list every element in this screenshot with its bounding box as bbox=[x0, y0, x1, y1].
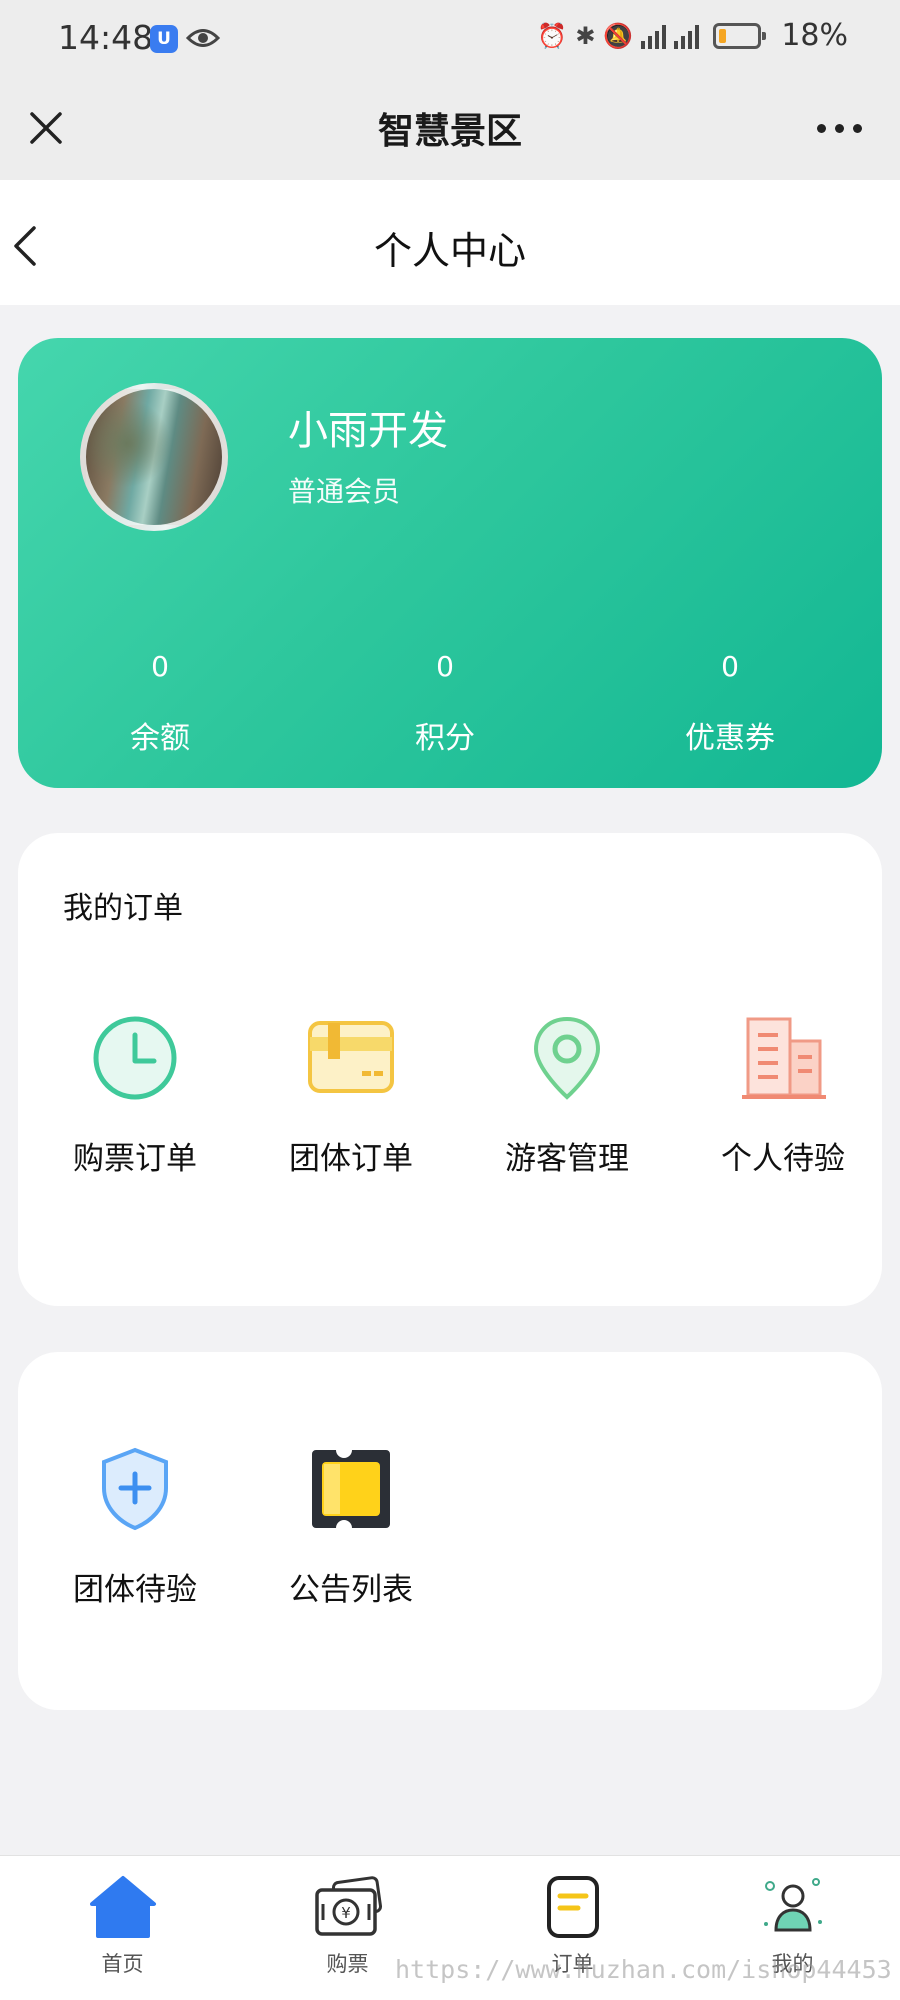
svg-text:¥: ¥ bbox=[341, 1904, 351, 1922]
bluetooth-icon: ✱ bbox=[575, 21, 596, 50]
status-time: 14:48 bbox=[58, 18, 154, 57]
signal-icon bbox=[641, 23, 667, 49]
location-pin-icon bbox=[533, 1016, 601, 1100]
card-icon bbox=[308, 1021, 394, 1093]
grid-item-ticket-orders[interactable]: 购票订单 bbox=[27, 1013, 243, 1178]
grid-item-label: 个人待验 bbox=[721, 1141, 845, 1177]
shield-plus-icon bbox=[102, 1447, 168, 1531]
stat-label: 积分 bbox=[415, 721, 475, 756]
more-dot-icon bbox=[853, 124, 862, 133]
stat-label: 优惠券 bbox=[685, 721, 775, 756]
more-menu-button[interactable] bbox=[817, 124, 862, 133]
stat-balance[interactable]: 0 余额 bbox=[60, 650, 260, 757]
grid-item-label: 购票订单 bbox=[73, 1141, 197, 1177]
mute-icon: 🔕 bbox=[603, 21, 634, 50]
grid-item-personal-pending[interactable]: 个人待验 bbox=[675, 1013, 891, 1178]
grid-item-group-pending[interactable]: 团体待验 bbox=[27, 1444, 243, 1609]
grid-item-announcements[interactable]: 公告列表 bbox=[243, 1444, 459, 1609]
status-indicators: ⏰ ✱ 🔕 18% bbox=[537, 18, 848, 53]
tab-label: 首页 bbox=[101, 1952, 144, 1976]
battery-percent: 18% bbox=[781, 18, 848, 53]
stat-value: 0 bbox=[151, 650, 169, 683]
watermark: https://www.huzhan.com/ishop44453 bbox=[395, 1955, 892, 1984]
more-dot-icon bbox=[835, 124, 844, 133]
app-notification-icon: U bbox=[150, 25, 178, 53]
more-dot-icon bbox=[817, 124, 826, 133]
page-title: 个人中心 bbox=[373, 229, 526, 273]
grid-item-visitor-management[interactable]: 游客管理 bbox=[459, 1013, 675, 1178]
member-level: 普通会员 bbox=[288, 475, 401, 508]
tools-card: 团体待验 公告列表 bbox=[18, 1352, 882, 1710]
order-icon bbox=[546, 1876, 599, 1938]
orders-card: 我的订单 购票订单 团体订单 游客管理 个人待验 bbox=[18, 833, 882, 1306]
stat-coupons[interactable]: 0 优惠券 bbox=[630, 650, 830, 757]
grid-item-label: 团体待验 bbox=[73, 1572, 197, 1608]
battery-icon bbox=[713, 22, 767, 49]
page-nav-bar: 个人中心 bbox=[0, 180, 900, 305]
stat-label: 余额 bbox=[130, 721, 190, 756]
avatar[interactable] bbox=[80, 383, 228, 531]
grid-item-label: 游客管理 bbox=[505, 1141, 629, 1177]
status-bar: 14:48 U ⏰ ✱ 🔕 18% bbox=[0, 0, 900, 80]
mini-program-title: 智慧景区 bbox=[377, 111, 522, 152]
grid-item-group-orders[interactable]: 团体订单 bbox=[243, 1013, 459, 1178]
grid-item-label: 公告列表 bbox=[289, 1572, 413, 1608]
orders-section-title: 我的订单 bbox=[63, 891, 183, 926]
profile-card: 小雨开发 普通会员 0 余额 0 积分 0 优惠券 bbox=[18, 338, 882, 788]
alarm-icon: ⏰ bbox=[537, 21, 568, 50]
signal-icon bbox=[674, 23, 700, 49]
grid-item-label: 团体订单 bbox=[289, 1141, 413, 1177]
clock-icon bbox=[93, 1016, 177, 1100]
eye-icon bbox=[186, 29, 220, 47]
stat-points[interactable]: 0 积分 bbox=[345, 650, 545, 757]
stat-value: 0 bbox=[721, 650, 739, 683]
ticket-wallet-icon: ¥ bbox=[314, 1876, 382, 1936]
tab-home[interactable]: 首页 bbox=[10, 1874, 235, 1978]
stat-value: 0 bbox=[436, 650, 454, 683]
building-icon bbox=[742, 1017, 826, 1099]
user-icon bbox=[763, 1878, 822, 1932]
home-icon bbox=[89, 1876, 156, 1938]
username: 小雨开发 bbox=[288, 408, 448, 454]
mini-program-header: 智慧景区 bbox=[0, 80, 900, 180]
ticket-icon bbox=[312, 1450, 390, 1528]
